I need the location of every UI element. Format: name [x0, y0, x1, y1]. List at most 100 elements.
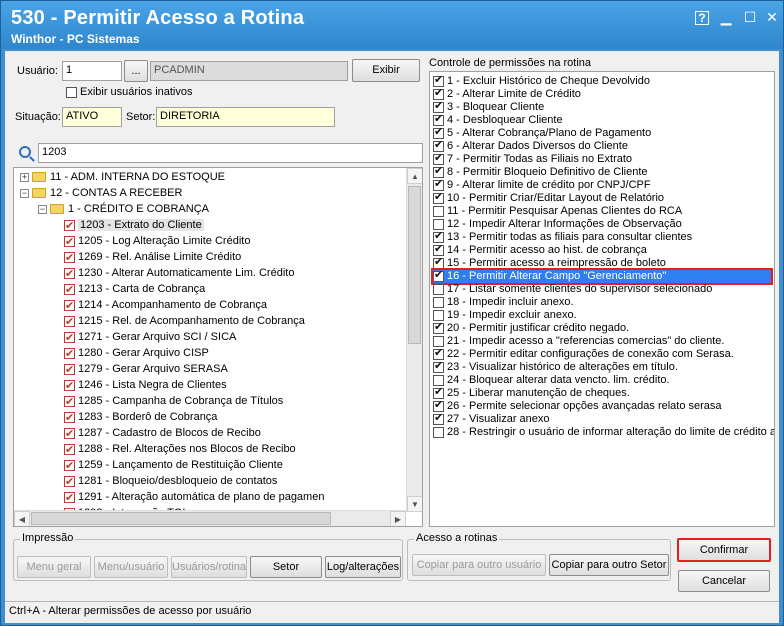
routine-checkbox[interactable]: [64, 346, 75, 362]
scroll-down-icon[interactable]: ▼: [407, 496, 422, 512]
copy-to-sector-button[interactable]: Copiar para outro Setor: [549, 554, 669, 576]
permission-item[interactable]: 28 - Restringir o usuário de informar al…: [433, 426, 774, 439]
permission-checkbox[interactable]: [433, 269, 444, 282]
permission-item[interactable]: 8 - Permitir Bloqueio Definitivo de Clie…: [433, 165, 648, 179]
permission-checkbox[interactable]: [433, 113, 444, 126]
permission-checkbox[interactable]: [433, 100, 444, 113]
permission-checkbox[interactable]: [433, 87, 444, 100]
menu-geral-button[interactable]: Menu geral: [17, 556, 91, 578]
routine-checkbox[interactable]: [64, 426, 75, 442]
setor-button[interactable]: Setor: [250, 556, 322, 578]
permission-item[interactable]: 24 - Bloquear alterar data vencto. lim. …: [433, 374, 670, 387]
routine-checkbox[interactable]: [64, 458, 75, 474]
tree-item-row[interactable]: 1285 - Campanha de Cobrança de Títulos: [64, 393, 283, 410]
routine-checkbox[interactable]: [64, 314, 75, 330]
permission-checkbox[interactable]: [433, 386, 444, 399]
routine-checkbox[interactable]: [64, 218, 75, 234]
permission-checkbox[interactable]: [433, 205, 444, 217]
tree-folder-row[interactable]: +11 - ADM. INTERNA DO ESTOQUE: [20, 169, 225, 185]
collapse-icon[interactable]: −: [20, 188, 29, 198]
permission-checkbox[interactable]: [433, 360, 444, 373]
routine-checkbox[interactable]: [64, 250, 75, 266]
tree-item-row[interactable]: 1280 - Gerar Arquivo CISP: [64, 345, 209, 362]
tree-item-row[interactable]: 1203 - Extrato do Cliente: [64, 217, 204, 234]
permission-checkbox[interactable]: [433, 256, 444, 269]
permission-item[interactable]: 6 - Alterar Dados Diversos do Cliente: [433, 139, 628, 153]
tree-item-row[interactable]: 1271 - Gerar Arquivo SCI / SICA: [64, 329, 236, 346]
permission-item[interactable]: 18 - Impedir incluir anexo.: [433, 296, 574, 309]
cancel-button[interactable]: Cancelar: [678, 570, 770, 592]
tree-item-row[interactable]: 1259 - Lançamento de Restituição Cliente: [64, 457, 283, 474]
show-inactive-checkbox[interactable]: Exibir usuários inativos: [66, 86, 193, 98]
show-button[interactable]: Exibir: [352, 59, 420, 82]
usuarios-rotina-button[interactable]: Usuários/rotina: [171, 556, 247, 578]
permission-checkbox[interactable]: [433, 243, 444, 256]
tree-item-row[interactable]: 1269 - Rel. Análise Limite Crédito: [64, 249, 241, 266]
permission-checkbox[interactable]: [433, 126, 444, 139]
routine-checkbox[interactable]: [64, 362, 75, 378]
tree-item-row[interactable]: 1279 - Gerar Arquivo SERASA: [64, 361, 228, 378]
permission-checkbox[interactable]: [433, 74, 444, 87]
permission-item[interactable]: 14 - Permitir acesso ao hist. de cobranç…: [433, 243, 647, 257]
permission-item[interactable]: 22 - Permitir editar configurações de co…: [433, 347, 734, 361]
tree-folder-row[interactable]: − 1 - CRÉDITO E COBRANÇA: [38, 201, 209, 217]
close-icon[interactable]: ✕: [761, 7, 783, 27]
permission-checkbox[interactable]: [433, 139, 444, 152]
permission-item[interactable]: 13 - Permitir todas as filiais para cons…: [433, 230, 692, 244]
scroll-up-icon[interactable]: ▲: [407, 168, 422, 184]
routine-checkbox[interactable]: [64, 442, 75, 458]
permission-item[interactable]: 3 - Bloquear Cliente: [433, 100, 544, 114]
routine-checkbox[interactable]: [64, 410, 75, 426]
permission-item[interactable]: 15 - Permitir acesso a reimpressão de bo…: [433, 256, 666, 270]
tree-horizontal-scrollbar[interactable]: ◀ ▶: [14, 510, 406, 526]
tree-item-row[interactable]: 1213 - Carta de Cobrança: [64, 281, 205, 298]
search-input[interactable]: 1203: [38, 143, 423, 163]
permission-checkbox[interactable]: [433, 178, 444, 191]
permission-item[interactable]: 10 - Permitir Criar/Editar Layout de Rel…: [433, 191, 664, 205]
permission-checkbox[interactable]: [433, 347, 444, 360]
permission-item[interactable]: 26 - Permite selecionar opções avançadas…: [433, 399, 722, 413]
tree-item-row[interactable]: 1291 - Alteração automática de plano de …: [64, 489, 324, 506]
minimize-icon[interactable]: ▁: [715, 7, 737, 27]
permission-checkbox[interactable]: [433, 426, 444, 438]
collapse-icon[interactable]: −: [38, 204, 47, 214]
permission-checkbox[interactable]: [433, 191, 444, 204]
tree-item-row[interactable]: 1214 - Acompanhamento de Cobrança: [64, 297, 267, 314]
permission-item[interactable]: 5 - Alterar Cobrança/Plano de Pagamento: [433, 126, 651, 140]
permission-item[interactable]: 21 - Impedir acesso a "referencias comer…: [433, 335, 724, 348]
tree-item-row[interactable]: 1288 - Rel. Alterações nos Blocos de Rec…: [64, 441, 296, 458]
permission-item[interactable]: 17 - Listar somente clientes do supervis…: [433, 283, 712, 296]
permissions-list[interactable]: 1 - Excluir Histórico de Cheque Devolvid…: [429, 71, 775, 527]
permission-checkbox[interactable]: [433, 296, 444, 308]
permission-checkbox[interactable]: [433, 165, 444, 178]
permission-checkbox[interactable]: [433, 230, 444, 243]
routine-checkbox[interactable]: [64, 330, 75, 346]
tree-item-row[interactable]: 1215 - Rel. de Acompanhamento de Cobranç…: [64, 313, 305, 330]
tree-vertical-scrollbar[interactable]: ▲ ▼: [406, 168, 422, 512]
permission-item[interactable]: 19 - Impedir excluir anexo.: [433, 309, 577, 322]
tree-scroll-thumb[interactable]: [408, 186, 421, 344]
tree-item-row[interactable]: 1287 - Cadastro de Blocos de Recibo: [64, 425, 261, 442]
permission-checkbox[interactable]: [433, 152, 444, 165]
maximize-icon[interactable]: ☐: [739, 7, 761, 27]
expand-icon[interactable]: +: [20, 172, 29, 182]
tree-item-row[interactable]: 1246 - Lista Negra de Clientes: [64, 377, 227, 394]
permission-checkbox[interactable]: [433, 335, 444, 347]
routine-checkbox[interactable]: [64, 282, 75, 298]
log-alteracoes-button[interactable]: Log/alterações: [325, 556, 401, 578]
scroll-right-icon[interactable]: ▶: [390, 511, 406, 526]
permission-item[interactable]: 25 - Liberar manutenção de cheques.: [433, 386, 630, 400]
tree-item-row[interactable]: 1281 - Bloqueio/desbloqueio de contatos: [64, 473, 277, 490]
permission-item[interactable]: 4 - Desbloquear Cliente: [433, 113, 563, 127]
permission-item[interactable]: 2 - Alterar Limite de Crédito: [433, 87, 581, 101]
routine-checkbox[interactable]: [64, 266, 75, 282]
routine-checkbox[interactable]: [64, 394, 75, 410]
permission-item[interactable]: 1 - Excluir Histórico de Cheque Devolvid…: [433, 74, 650, 88]
confirm-button[interactable]: Confirmar: [677, 538, 771, 562]
menu-usuario-button[interactable]: Menu/usuário: [94, 556, 168, 578]
permission-checkbox[interactable]: [433, 412, 444, 425]
permission-item[interactable]: 27 - Visualizar anexo: [433, 412, 550, 426]
user-lookup-button[interactable]: ...: [124, 60, 148, 82]
tree-item-row[interactable]: 1283 - Borderô de Cobrança: [64, 409, 217, 426]
permission-checkbox[interactable]: [433, 321, 444, 334]
